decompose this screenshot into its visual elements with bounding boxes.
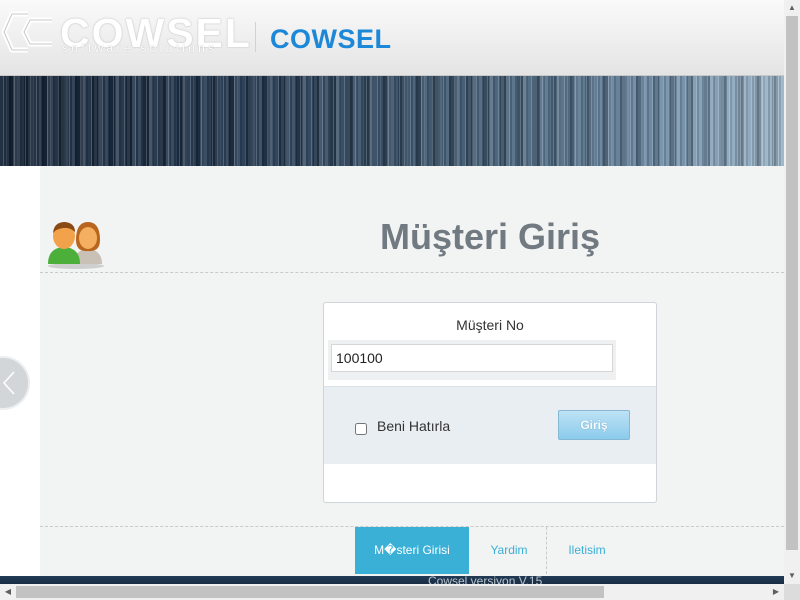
customer-no-input[interactable] xyxy=(331,344,613,372)
page-title: Müşteri Giriş xyxy=(380,216,601,257)
nav-customer-login[interactable]: M�steri Girisi xyxy=(355,527,469,574)
cowsel-logo: COWSEL software solutions xyxy=(0,10,250,56)
customer-no-wrapper xyxy=(328,340,616,380)
divider-top xyxy=(40,272,784,273)
scroll-left-icon[interactable]: ◀ xyxy=(0,584,16,600)
chevron-left-icon xyxy=(2,371,15,395)
footer-bar xyxy=(0,576,784,584)
brand-title: COWSEL xyxy=(270,24,392,54)
scroll-down-icon[interactable]: ▼ xyxy=(784,568,800,584)
remember-me-checkbox[interactable] xyxy=(355,423,367,435)
scroll-right-icon[interactable]: ▶ xyxy=(768,584,784,600)
nav-contact[interactable]: Iletisim xyxy=(548,527,626,574)
header-banner xyxy=(0,76,784,166)
cowsel-logo-icon xyxy=(1,11,52,53)
header: COWSEL software solutions COWSEL xyxy=(0,0,784,76)
login-actions: Beni Hatırla Giriş xyxy=(324,386,656,464)
scroll-up-icon[interactable]: ▲ xyxy=(784,0,800,16)
users-icon xyxy=(48,222,104,269)
scrollbar-corner xyxy=(784,584,800,600)
header-divider xyxy=(255,22,256,52)
remember-me-label: Beni Hatırla xyxy=(377,418,451,434)
vertical-scroll-thumb[interactable] xyxy=(786,16,798,550)
customer-no-label: Müşteri No xyxy=(456,317,524,333)
horizontal-scroll-thumb[interactable] xyxy=(16,586,604,598)
logo-tagline: software solutions xyxy=(62,41,218,55)
login-button[interactable]: Giriş xyxy=(558,410,630,440)
login-panel: Müşteri Giriş Müşteri No Beni Hatırla Gi… xyxy=(0,166,784,576)
login-form: Müşteri No Beni Hatırla Giriş xyxy=(323,302,657,503)
nav-help[interactable]: Yardim xyxy=(472,527,547,574)
